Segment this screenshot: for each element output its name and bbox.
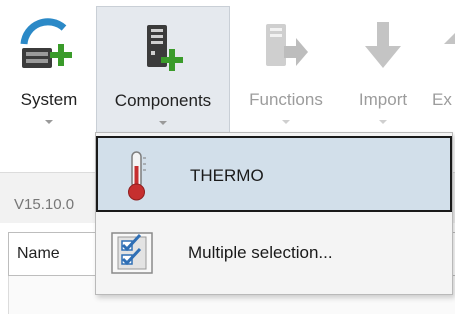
import-label: Import <box>358 90 408 109</box>
system-add-icon <box>18 14 80 83</box>
components-label: Components <box>114 91 212 110</box>
functions-label: Functions <box>249 90 323 109</box>
checklist-icon <box>110 227 158 279</box>
components-add-icon <box>139 15 187 84</box>
functions-dropdown-arrow-icon <box>282 120 290 124</box>
functions-button[interactable]: Functions <box>236 6 336 134</box>
menu-item-multiple-selection-label: Multiple selection... <box>188 243 333 262</box>
menu-item-thermo-label: THERMO <box>190 166 264 185</box>
system-button[interactable]: System <box>8 6 90 134</box>
menu-item-multiple-selection[interactable]: Multiple selection... <box>96 215 452 291</box>
components-dropdown-menu: THERMO Multiple selection... <box>95 132 453 295</box>
thermometer-icon <box>112 150 160 202</box>
components-button[interactable]: Components <box>96 6 230 134</box>
import-dropdown-arrow-icon <box>379 120 387 124</box>
export-icon <box>440 14 455 83</box>
functions-arrow-icon <box>260 14 312 83</box>
menu-item-thermo[interactable]: THERMO <box>96 136 452 212</box>
ribbon-toolbar: System Components Functions Import Ex <box>0 0 455 140</box>
import-button[interactable]: Import <box>346 6 420 134</box>
system-dropdown-arrow-icon <box>45 120 53 124</box>
import-arrow-icon <box>361 14 405 83</box>
export-button[interactable]: Ex <box>426 6 455 134</box>
system-label: System <box>20 90 78 109</box>
components-dropdown-arrow-icon <box>159 121 167 125</box>
export-label: Ex <box>432 90 452 109</box>
version-label: V15.10.0 <box>14 196 75 213</box>
name-header-label: Name <box>17 245 60 262</box>
